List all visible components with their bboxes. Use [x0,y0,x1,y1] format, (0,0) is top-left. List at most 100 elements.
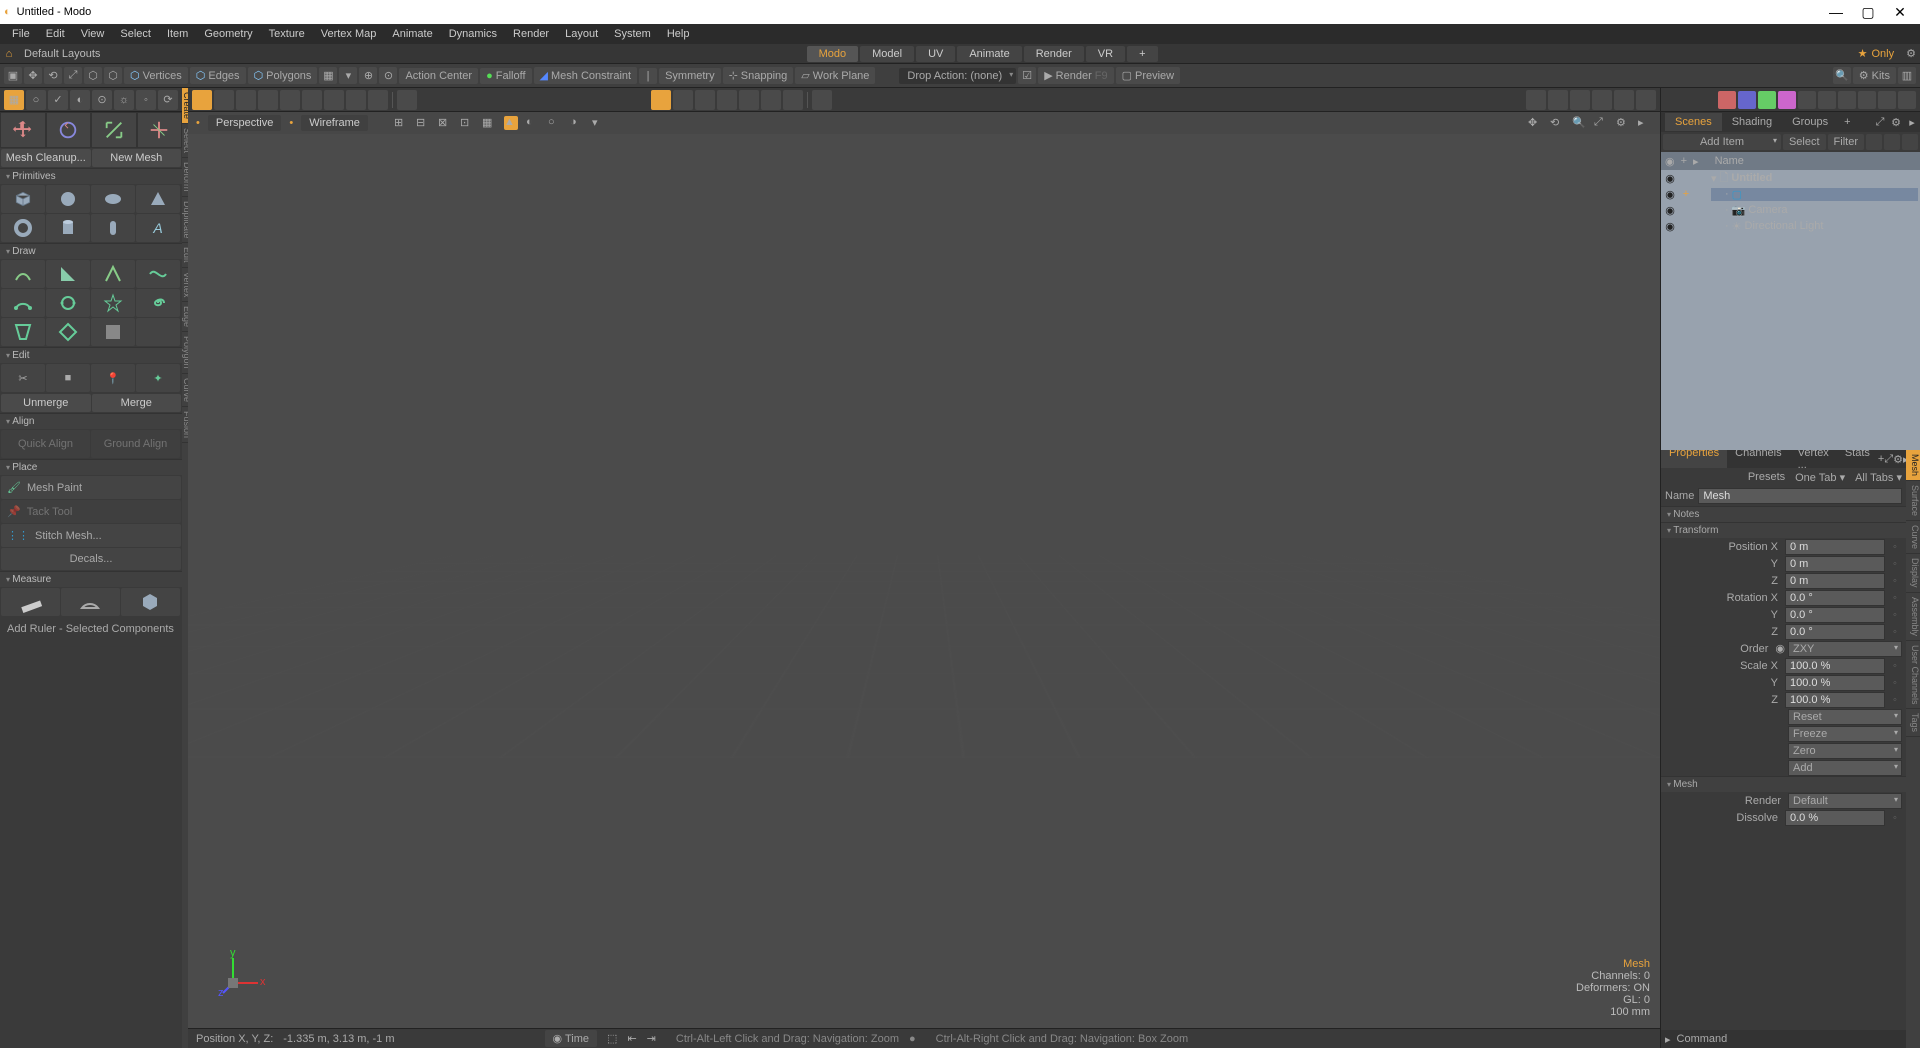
menu-help[interactable]: Help [659,26,698,42]
kits-button[interactable]: ⚙Kits [1853,67,1896,84]
solid-tool[interactable] [91,318,135,346]
workplane-button[interactable]: ▱Work Plane [795,67,875,84]
close-button[interactable]: ✕ [1884,4,1916,21]
ground-align-button[interactable]: Ground Align [91,430,180,458]
vp-gear-icon[interactable] [1614,90,1634,110]
measure-header[interactable]: Measure [0,571,182,587]
polygons-button[interactable]: ⬡Polygons [248,67,318,84]
pos-x-input[interactable]: 0 m [1785,539,1885,555]
action-center-button[interactable]: Action Center [399,68,478,84]
prop-sidetab-user-channels[interactable]: User Channels [1906,641,1920,710]
filter3-icon[interactable] [1902,134,1918,150]
zero-dropdown[interactable]: Zero [1788,743,1902,759]
circle-tool[interactable] [46,289,90,317]
all-tabs-dropdown[interactable]: All Tabs ▾ [1855,471,1902,484]
prop-sidetab-display[interactable]: Display [1906,554,1920,593]
panel-gear-icon[interactable]: ⚙ [1888,116,1904,129]
menu-animate[interactable]: Animate [384,26,440,42]
ruler-tool[interactable] [1,588,60,616]
rot-x-input[interactable]: 0.0 ° [1785,590,1885,606]
vp-orbit-icon[interactable]: ⟲ [1550,116,1564,130]
pen-tool[interactable] [1,260,45,288]
shelf3-icon[interactable] [1758,91,1776,109]
mesh-section[interactable]: Mesh [1661,776,1906,792]
ngon-tool[interactable] [1,318,45,346]
plus-column-icon[interactable]: + [1681,155,1687,167]
add-ruler-button[interactable]: Add Ruler - Selected Components [1,618,181,640]
scale-tool-tab[interactable] [91,112,137,148]
menu-vertex-map[interactable]: Vertex Map [313,26,385,42]
vp-t2-icon[interactable] [695,90,715,110]
vp-pivot-icon[interactable] [302,90,322,110]
filter2-icon[interactable] [1884,134,1900,150]
text-primitive[interactable]: A [136,214,180,242]
shading-dropdown[interactable]: Wireframe [301,115,368,131]
protractor-tool[interactable] [61,588,120,616]
vp-h3-icon[interactable]: ⊠ [438,116,452,130]
transform-section[interactable]: Transform [1661,522,1906,538]
select-button[interactable]: Select [1783,134,1826,150]
star-tool[interactable] [91,289,135,317]
scale-icon[interactable]: ⤢ [64,67,82,84]
primitives-header[interactable]: Primitives [0,168,182,184]
menu-edit[interactable]: Edit [38,26,73,42]
vp-pan-icon[interactable]: ✥ [1528,116,1542,130]
cylinder-primitive[interactable] [46,214,90,242]
menu-render[interactable]: Render [505,26,557,42]
minimize-button[interactable]: — [1820,4,1852,20]
ellipsoid-primitive[interactable] [91,185,135,213]
vp-img-icon[interactable] [1592,90,1612,110]
prop-sidetab-assembly[interactable]: Assembly [1906,593,1920,641]
paint-select-icon[interactable]: ✓ [48,90,68,110]
shelf8-icon[interactable] [1858,91,1876,109]
status-key-icon[interactable]: ⬚ [607,1032,617,1045]
snapping-button[interactable]: ⊹Snapping [723,67,794,84]
mesh-paint-button[interactable]: 🖌Mesh Paint [1,476,181,499]
shelf9-icon[interactable] [1878,91,1896,109]
vp-h4-icon[interactable]: ⊡ [460,116,474,130]
vp-t5-icon[interactable] [761,90,781,110]
vp-snap-icon[interactable] [346,90,366,110]
vp-scale-icon[interactable] [280,90,300,110]
symmetry-toggle-icon[interactable]: | [639,68,657,84]
edit-header[interactable]: Edit [0,347,182,363]
menu-geometry[interactable]: Geometry [196,26,260,42]
vp-list-icon[interactable] [1526,90,1546,110]
reset-dropdown[interactable]: Reset [1788,709,1902,725]
layout-tab-model[interactable]: Model [860,46,914,62]
vp-plus-icon[interactable] [368,90,388,110]
scale-x-input[interactable]: 100.0 % [1785,658,1885,674]
filter1-icon[interactable] [1866,134,1882,150]
falloff-button[interactable]: ●Falloff [480,68,531,84]
center-icon[interactable]: ⊙ [379,67,397,84]
edges-button[interactable]: ⬡Edges [190,67,246,84]
vp-layers-icon[interactable] [1548,90,1568,110]
symmetry-button[interactable]: Symmetry [659,68,721,84]
dissolve-input[interactable]: 0.0 % [1785,810,1885,826]
layout-tab-uv[interactable]: UV [916,46,955,62]
vp-t4-icon[interactable] [739,90,759,110]
prop-sidetab-surface[interactable]: Surface [1906,481,1920,521]
draw-header[interactable]: Draw [0,243,182,259]
merge-button[interactable]: Merge [92,394,182,412]
curve-tool[interactable] [136,260,180,288]
layout-tab-render[interactable]: Render [1024,46,1084,62]
time-button[interactable]: ◉ Time [545,1030,598,1047]
vp-h7-icon[interactable]: ◐ [526,116,540,130]
align-header[interactable]: Align [0,413,182,429]
menu-layout[interactable]: Layout [557,26,606,42]
vp-h5-icon[interactable]: ▦ [482,116,496,130]
dropdown-icon[interactable]: ▾ [339,67,357,84]
vp-add-icon[interactable] [812,90,832,110]
panel-more-icon[interactable]: ▸ [1904,116,1920,129]
prop-sidetab-tags[interactable]: Tags [1906,709,1920,737]
render-button[interactable]: ▶RenderF9 [1038,67,1113,84]
vp-plus2-icon[interactable] [1636,90,1656,110]
ring-icon[interactable]: ⊙ [92,90,112,110]
arc-tool[interactable] [1,289,45,317]
vp-move-icon[interactable] [214,90,234,110]
grow-icon[interactable]: ☼ [114,90,134,110]
vp-expand-icon[interactable]: ⤢ [1594,116,1608,130]
add-dropdown[interactable]: Add [1788,760,1902,776]
rotate-tool-tab[interactable] [46,112,92,148]
